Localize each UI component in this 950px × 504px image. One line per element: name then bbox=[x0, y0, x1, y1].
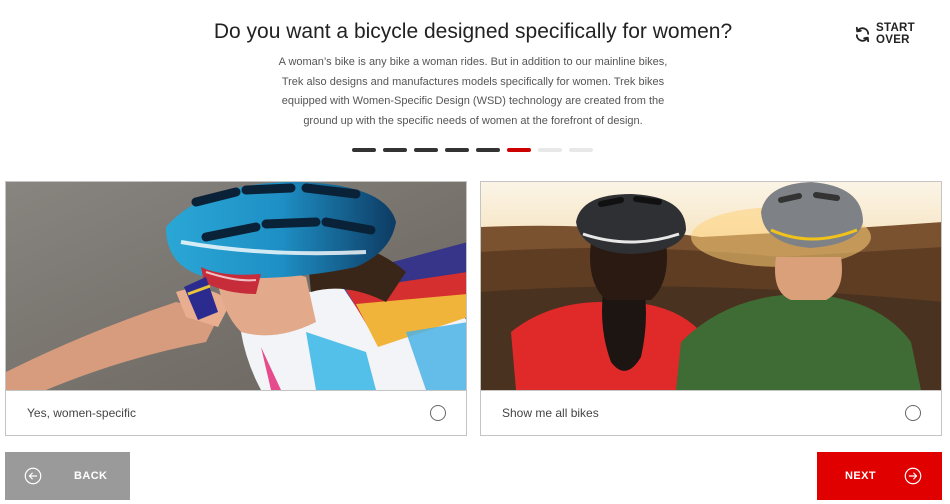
arrow-right-circle-icon bbox=[904, 467, 922, 488]
start-over-label: START OVER bbox=[876, 22, 915, 46]
back-label: BACK bbox=[74, 470, 108, 482]
option-label: Yes, women-specific bbox=[27, 406, 136, 420]
option-radio[interactable] bbox=[905, 405, 921, 421]
refresh-icon bbox=[854, 26, 871, 43]
progress-step bbox=[569, 148, 593, 152]
option-card-women-specific[interactable]: Yes, women-specific bbox=[5, 181, 467, 436]
progress-step bbox=[538, 148, 562, 152]
option-image-woman-cyclist bbox=[6, 182, 466, 390]
option-label: Show me all bikes bbox=[502, 406, 599, 420]
option-footer[interactable]: Show me all bikes bbox=[481, 390, 941, 435]
option-radio[interactable] bbox=[430, 405, 446, 421]
progress-step bbox=[445, 148, 469, 152]
progress-step bbox=[352, 148, 376, 152]
question-description: A woman’s bike is any bike a woman rides… bbox=[278, 56, 668, 127]
back-button[interactable]: BACK bbox=[5, 452, 130, 500]
arrow-left-circle-icon bbox=[24, 467, 42, 488]
progress-indicator bbox=[352, 148, 593, 152]
option-image-two-riders bbox=[481, 182, 941, 390]
start-over-button[interactable]: START OVER bbox=[854, 22, 950, 46]
option-card-all-bikes[interactable]: Show me all bikes bbox=[480, 181, 942, 436]
next-label: NEXT bbox=[845, 470, 876, 482]
progress-step bbox=[383, 148, 407, 152]
next-button[interactable]: NEXT bbox=[817, 452, 942, 500]
progress-step bbox=[476, 148, 500, 152]
progress-step-current bbox=[507, 148, 531, 152]
progress-step bbox=[414, 148, 438, 152]
option-footer[interactable]: Yes, women-specific bbox=[6, 390, 466, 435]
question-title: Do you want a bicycle designed specifica… bbox=[213, 20, 733, 43]
